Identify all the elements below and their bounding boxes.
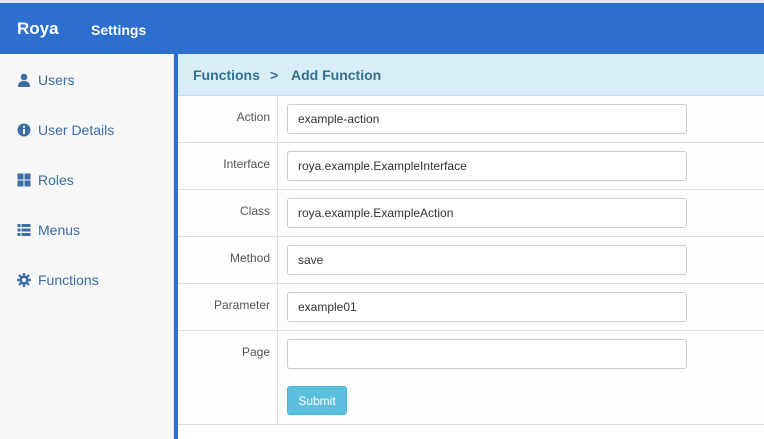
user-icon [18, 73, 30, 87]
sidebar-item-roles[interactable]: Roles [0, 165, 174, 195]
sidebar-item-label: Functions [38, 272, 99, 288]
cell-divider [277, 143, 278, 189]
cell-divider [277, 377, 278, 424]
gear-icon [17, 273, 31, 287]
top-navbar: Roya Settings [0, 0, 764, 54]
class-label: Class [239, 204, 270, 218]
sidebar-item-label: User Details [38, 122, 115, 138]
list-icon [17, 224, 31, 236]
sidebar: Users User Details Roles Menus Functions [0, 54, 174, 439]
page-input[interactable] [287, 339, 687, 369]
form-row-page: Page [178, 331, 764, 378]
parameter-input[interactable] [287, 292, 687, 322]
cell-divider [277, 331, 278, 377]
action-input[interactable] [287, 104, 687, 134]
method-label: Method [229, 251, 270, 265]
form-row-class: Class [178, 190, 764, 237]
form-row-action: Action [178, 96, 764, 143]
cell-divider [277, 190, 278, 236]
sidebar-item-user-details[interactable]: User Details [0, 115, 174, 145]
info-circle-icon [17, 123, 31, 137]
sidebar-item-menus[interactable]: Menus [0, 215, 174, 245]
form-row-interface: Interface [178, 143, 764, 190]
sidebar-item-label: Users [38, 72, 75, 88]
sidebar-item-functions[interactable]: Functions [0, 265, 174, 295]
breadcrumb-parent[interactable]: Functions [193, 67, 260, 83]
interface-input[interactable] [287, 151, 687, 181]
sidebar-item-label: Roles [38, 172, 74, 188]
nav-settings-link[interactable]: Settings [91, 22, 146, 38]
page-label: Page [241, 345, 270, 359]
main-panel: Functions > Add Function Action Interfac… [178, 54, 764, 439]
breadcrumb-separator: > [270, 67, 279, 83]
submit-button[interactable]: Submit [287, 386, 347, 415]
form-row-parameter: Parameter [178, 284, 764, 331]
action-label: Action [236, 110, 270, 124]
breadcrumb: Functions > Add Function [178, 54, 764, 96]
form-row-submit: Submit [178, 377, 764, 425]
method-input[interactable] [287, 245, 687, 275]
cell-divider [277, 96, 278, 142]
sidebar-item-users[interactable]: Users [0, 65, 174, 95]
class-input[interactable] [287, 198, 687, 228]
th-large-icon [17, 173, 31, 187]
cell-divider [277, 237, 278, 283]
breadcrumb-current: Add Function [291, 67, 382, 83]
brand-logo[interactable]: Roya [17, 19, 59, 39]
interface-label: Interface [223, 157, 270, 171]
sidebar-item-label: Menus [38, 222, 81, 238]
cell-divider [277, 284, 278, 330]
parameter-label: Parameter [213, 298, 270, 312]
form-row-method: Method [178, 237, 764, 284]
